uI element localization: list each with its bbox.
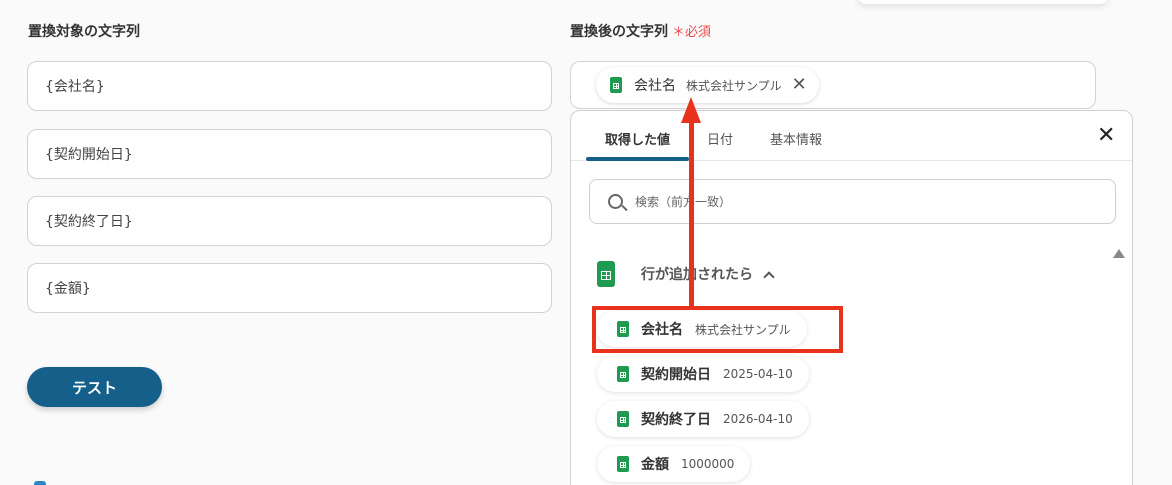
dropdown-shadow bbox=[858, 0, 1108, 4]
annotation-arrow-head bbox=[681, 97, 701, 123]
chip-name: 会社名 bbox=[634, 78, 676, 94]
selected-value-chip[interactable]: 会社名 株式会社サンプル ✕ bbox=[596, 67, 819, 103]
spreadsheet-icon bbox=[617, 456, 629, 472]
chip-remove-icon[interactable]: ✕ bbox=[792, 76, 807, 94]
source-field-text: {金額} bbox=[45, 281, 91, 297]
spreadsheet-icon bbox=[597, 261, 615, 287]
source-field-amount[interactable]: {金額} bbox=[27, 263, 552, 313]
source-field-text: {契約開始日} bbox=[45, 147, 133, 163]
search-input[interactable] bbox=[635, 194, 1055, 209]
list-item[interactable]: 金額 1000000 bbox=[597, 446, 751, 482]
source-field-start-date[interactable]: {契約開始日} bbox=[27, 129, 552, 179]
active-tab-indicator bbox=[586, 157, 689, 161]
replacement-string-label: 置換後の文字列 ＊必須 bbox=[570, 24, 712, 40]
info-icon bbox=[34, 481, 46, 485]
item-name: 契約開始日 bbox=[641, 367, 711, 383]
item-value: 2026-04-10 bbox=[723, 412, 793, 426]
source-field-end-date[interactable]: {契約終了日} bbox=[27, 196, 552, 246]
group-title: 行が追加されたら bbox=[641, 267, 753, 283]
source-field-company[interactable]: {会社名} bbox=[27, 61, 552, 111]
value-picker-panel: 取得した値 日付 基本情報 ✕ 行が追加されたら 会社名 株式会社サンプル 契約… bbox=[570, 110, 1133, 485]
spreadsheet-icon bbox=[617, 411, 629, 427]
tab-basic-info[interactable]: 基本情報 bbox=[770, 129, 822, 148]
item-name: 契約終了日 bbox=[641, 412, 711, 428]
item-value: 1000000 bbox=[681, 457, 735, 471]
source-field-text: {契約終了日} bbox=[45, 214, 133, 230]
required-mark: ＊必須 bbox=[672, 25, 712, 40]
chevron-up-icon bbox=[763, 270, 775, 283]
group-header[interactable]: 行が追加されたら bbox=[597, 261, 775, 287]
annotation-highlight-box bbox=[592, 306, 843, 353]
search-box[interactable] bbox=[589, 179, 1116, 224]
tab-acquired-values[interactable]: 取得した値 bbox=[605, 129, 670, 148]
search-icon bbox=[608, 194, 623, 209]
spreadsheet-icon bbox=[610, 77, 622, 93]
tab-bar: 取得した値 日付 基本情報 bbox=[571, 111, 1132, 161]
list-item[interactable]: 契約開始日 2025-04-10 bbox=[597, 356, 809, 392]
list-item[interactable]: 契約終了日 2026-04-10 bbox=[597, 401, 809, 437]
item-name: 金額 bbox=[641, 457, 669, 473]
close-icon[interactable]: ✕ bbox=[1097, 125, 1115, 147]
tab-date[interactable]: 日付 bbox=[707, 129, 733, 148]
item-value: 2025-04-10 bbox=[723, 367, 793, 381]
annotation-arrow bbox=[689, 118, 694, 308]
test-button[interactable]: テスト bbox=[27, 367, 162, 407]
source-string-label: 置換対象の文字列 bbox=[28, 24, 140, 40]
spreadsheet-icon bbox=[617, 366, 629, 382]
source-field-text: {会社名} bbox=[45, 79, 105, 95]
chip-value: 株式会社サンプル bbox=[686, 78, 782, 93]
scroll-up-icon[interactable] bbox=[1113, 249, 1125, 258]
